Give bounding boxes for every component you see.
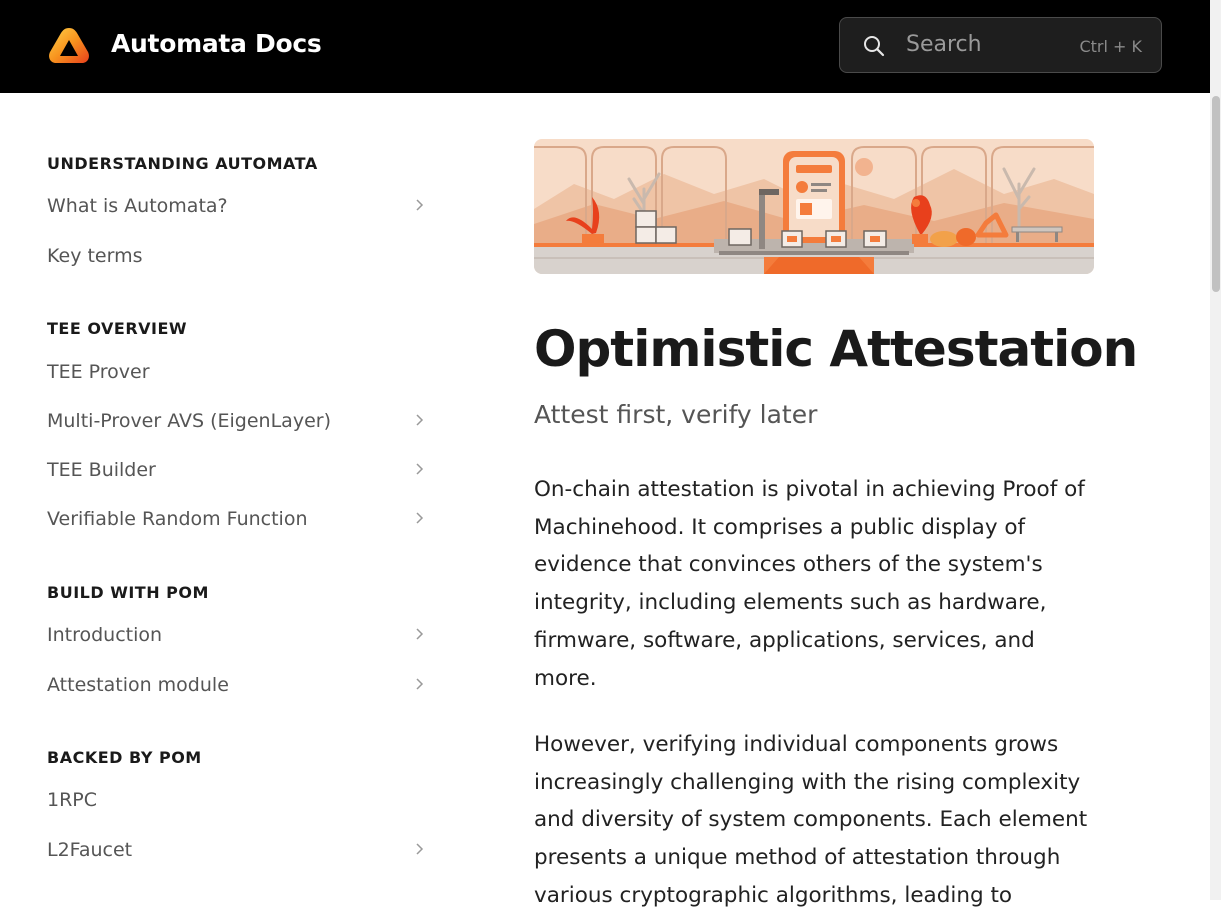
sidebar-item-1rpc[interactable]: 1RPC <box>47 782 427 818</box>
sidebar-item-what-is-automata[interactable]: What is Automata? <box>47 188 427 224</box>
chevron-right-icon[interactable] <box>413 677 427 691</box>
section-title-understanding-automata: UNDERSTANDING AUTOMATA <box>47 154 318 173</box>
sidebar-item-verifiable-random-function[interactable]: Verifiable Random Function <box>47 501 427 537</box>
header-illustration <box>534 139 1094 274</box>
sidebar-item-label: What is Automata? <box>47 195 228 217</box>
search-placeholder: Search <box>906 32 982 57</box>
page-scrollbar-thumb[interactable] <box>1212 96 1220 292</box>
page-subtitle: Attest first, verify later <box>534 400 818 429</box>
sidebar-item-label: Key terms <box>47 245 143 267</box>
search-icon <box>864 36 885 57</box>
sidebar-item-label: TEE Builder <box>47 459 156 481</box>
chevron-right-icon[interactable] <box>413 462 427 476</box>
brand-title[interactable]: Automata Docs <box>111 29 322 58</box>
sidebar-item-label: 1RPC <box>47 789 98 811</box>
sidebar-item-tee-builder[interactable]: TEE Builder <box>47 452 427 488</box>
automata-logo-icon[interactable] <box>47 25 91 67</box>
body-paragraph: On-chain attestation is pivotal in achie… <box>534 477 1085 691</box>
chevron-right-icon[interactable] <box>413 511 427 525</box>
sidebar-item-introduction[interactable]: Introduction <box>47 617 427 653</box>
chevron-right-icon[interactable] <box>413 627 427 641</box>
section-title-build-with-pom: BUILD WITH POM <box>47 583 209 602</box>
sidebar-item-l2faucet[interactable]: L2Faucet <box>47 832 427 868</box>
section-title-backed-by-pom: BACKED BY POM <box>47 748 202 767</box>
search-shortcut-hint: Ctrl + K <box>1079 37 1142 56</box>
sidebar-item-tee-prover[interactable]: TEE Prover <box>47 354 427 390</box>
sidebar-item-multi-prover-avs[interactable]: Multi-Prover AVS (EigenLayer) <box>47 403 427 439</box>
chevron-right-icon[interactable] <box>413 413 427 427</box>
chevron-right-icon[interactable] <box>413 842 427 856</box>
top-header: Automata Docs Search Ctrl + K <box>0 0 1210 93</box>
sidebar-item-label: Verifiable Random Function <box>47 508 308 530</box>
docs-sidebar: UNDERSTANDING AUTOMATA What is Automata?… <box>0 93 470 900</box>
section-title-tee-overview: TEE OVERVIEW <box>47 319 188 338</box>
chevron-right-icon[interactable] <box>413 198 427 212</box>
sidebar-item-key-terms[interactable]: Key terms <box>47 238 427 274</box>
sidebar-item-attestation-module[interactable]: Attestation module <box>47 667 427 703</box>
body-paragraph: However, verifying individual components… <box>534 732 1088 908</box>
sidebar-item-label: Multi-Prover AVS (EigenLayer) <box>47 410 331 432</box>
sidebar-item-label: L2Faucet <box>47 839 133 861</box>
sidebar-item-label: TEE Prover <box>47 361 150 383</box>
page-title: Optimistic Attestation <box>534 320 1138 378</box>
sidebar-item-label: Attestation module <box>47 674 229 696</box>
search-input[interactable]: Search Ctrl + K <box>839 17 1162 73</box>
sidebar-item-label: Introduction <box>47 624 163 646</box>
